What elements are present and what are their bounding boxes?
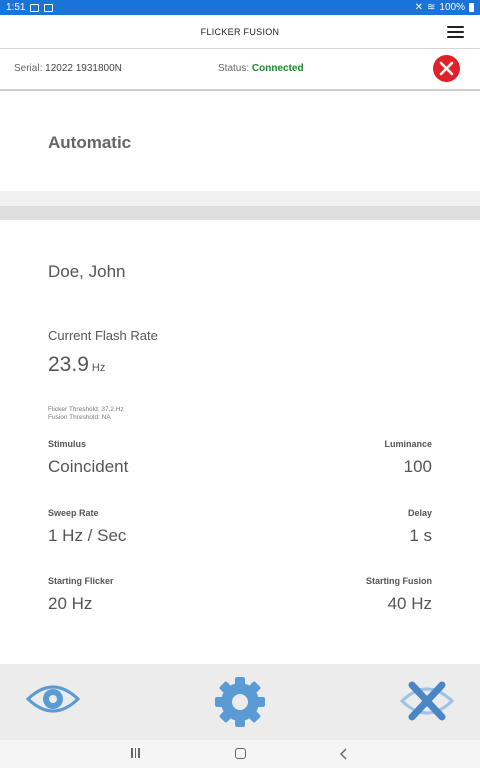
test-panel: Doe, John Current Flash Rate 23.9 Hz Flic… (0, 220, 480, 664)
luminance-value: 100 (403, 457, 432, 476)
luminance-label: Luminance (384, 439, 432, 449)
patient-name: Doe, John (48, 262, 126, 281)
flash-rate-value: 23.9 (48, 353, 89, 376)
home-icon[interactable] (235, 748, 246, 759)
starting-flicker-value: 20 Hz (48, 594, 93, 613)
clock: 1:51 (6, 2, 26, 13)
app-header: FLICKER FUSION (0, 15, 480, 49)
mode-label: Automatic (48, 133, 132, 152)
fusion-threshold: Fusion Threshold: NA (48, 414, 111, 421)
device-info-bar: Serial: 12022 1931800N Status: Connected (0, 49, 480, 91)
connection-status: Status: Connected (218, 63, 304, 74)
serial-label: Serial: (14, 63, 43, 74)
starting-fusion-label: Starting Fusion (366, 576, 432, 586)
status-value: Connected (251, 63, 304, 74)
settings-button[interactable] (212, 674, 268, 735)
divider (0, 206, 480, 220)
gallery-icon (44, 3, 54, 12)
stimulus-value: Coincident (48, 457, 129, 476)
battery-level: 100% (439, 2, 465, 13)
sweep-rate-label: Sweep Rate (48, 508, 99, 518)
flash-rate-label: Current Flash Rate (48, 328, 158, 343)
status-label: Status: (218, 63, 250, 74)
cancel-test-button[interactable] (398, 680, 456, 727)
delay-value: 1 s (409, 526, 432, 545)
image-icon (30, 3, 40, 12)
recent-apps-icon[interactable] (131, 748, 140, 758)
battery-icon (469, 3, 474, 12)
wifi-icon: ≋ (427, 2, 436, 13)
starting-fusion-value: 40 Hz (387, 594, 432, 613)
cancel-eye-icon (399, 681, 455, 721)
mode-card: Automatic (0, 93, 480, 191)
system-navigation-bar (0, 740, 480, 768)
delay-label: Delay (407, 508, 432, 518)
sweep-rate-value: 1 Hz / Sec (48, 526, 127, 545)
system-status-bar: 1:51 ✕ ≋ 100% (0, 0, 480, 15)
eye-icon (25, 685, 81, 713)
starting-flicker-label: Starting Flicker (48, 576, 114, 586)
disconnect-button[interactable] (433, 55, 460, 82)
flash-rate-readout: 23.9 Hz (48, 353, 105, 377)
mute-icon: ✕ (414, 2, 424, 13)
back-icon[interactable] (339, 747, 348, 765)
hamburger-menu-icon[interactable] (447, 26, 464, 39)
gear-icon (215, 677, 265, 727)
action-bar (0, 664, 480, 740)
start-test-button[interactable] (25, 681, 81, 722)
close-icon (439, 61, 454, 76)
app-title: FLICKER FUSION (200, 27, 280, 37)
flash-rate-unit: Hz (91, 362, 106, 374)
stimulus-label: Stimulus (48, 439, 87, 449)
serial-value: 12022 1931800N (45, 63, 122, 74)
divider (0, 191, 480, 206)
serial-info: Serial: 12022 1931800N (14, 63, 122, 74)
flicker-threshold: Flicker Threshold: 37.2 Hz (48, 406, 124, 413)
